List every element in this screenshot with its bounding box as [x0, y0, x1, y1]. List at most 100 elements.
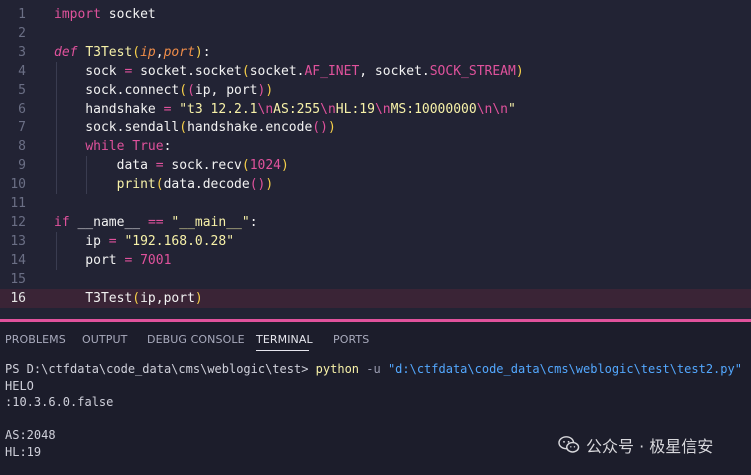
code-text: ip = "192.168.0.28": [54, 232, 234, 251]
code-token: (): [312, 120, 328, 136]
code-line[interactable]: 4 sock = socket.socket(socket.AF_INET, s…: [0, 62, 751, 81]
code-token: \n\n: [476, 101, 508, 117]
panel-tabs: PROBLEMS OUTPUT DEBUG CONSOLE TERMINAL P…: [0, 322, 751, 354]
code-line[interactable]: 1 import socket: [0, 5, 751, 24]
line-number: 10: [10, 177, 26, 193]
line-number: 3: [18, 44, 26, 60]
code-token: ip: [140, 44, 156, 60]
tab-terminal[interactable]: TERMINAL: [256, 333, 313, 346]
code-line[interactable]: 15: [0, 270, 751, 289]
code-token: (): [249, 177, 266, 193]
code-token: data: [54, 158, 156, 174]
code-token: (: [241, 63, 250, 79]
code-token: while: [85, 139, 125, 155]
code-text: def T3Test(ip,port):: [54, 43, 211, 62]
terminal-command: python: [315, 362, 360, 376]
line-number: 11: [10, 196, 26, 211]
tab-problems[interactable]: PROBLEMS: [5, 333, 66, 346]
code-token: :: [163, 139, 172, 155]
indent-guide: [56, 61, 57, 194]
code-token: ): [327, 120, 336, 136]
code-line[interactable]: 2: [0, 24, 751, 43]
code-text: sock = socket.socket(socket.AF_INET, soc…: [54, 62, 523, 81]
code-token: =: [155, 158, 164, 174]
code-line[interactable]: 13 ip = "192.168.0.28": [0, 232, 751, 251]
terminal-output-line: HELO: [5, 378, 34, 393]
code-token: :: [249, 214, 258, 230]
terminal-output-line: :10.3.6.0.false: [5, 395, 114, 409]
code-token: ): [265, 82, 274, 98]
line-number: 7: [18, 120, 26, 136]
code-token: def: [54, 44, 78, 60]
code-editor[interactable]: 1 import socket 2 3 def T3Test(ip,port): 4 so…: [0, 0, 751, 319]
code-text: data = sock.recv(1024): [54, 156, 289, 175]
code-token: (: [179, 120, 188, 136]
code-line[interactable]: 16 T3Test(ip,port): [0, 288, 751, 308]
code-token: port: [163, 44, 195, 60]
code-token: (: [155, 177, 164, 193]
tab-ports[interactable]: PORTS: [333, 333, 369, 346]
code-token: 7001: [140, 252, 172, 268]
watermark: 公众号 · 极星信安: [558, 433, 713, 457]
wechat-icon: [558, 436, 580, 453]
code-token: ,: [155, 44, 164, 60]
code-token: ip: [54, 233, 109, 249]
code-token: port: [54, 252, 125, 268]
indent-guide: [86, 156, 87, 194]
code-token: ): [194, 44, 203, 60]
code-token: (: [132, 290, 141, 306]
code-token: :: [202, 44, 211, 60]
indent-guide: [56, 231, 57, 270]
code-token: import: [54, 7, 101, 22]
line-number: 8: [18, 139, 26, 155]
code-line[interactable]: 11: [0, 194, 751, 213]
code-token: sock.connect: [54, 82, 180, 98]
code-line[interactable]: 6 handshake = "t3 12.2.1\nAS:255\nHL:19\…: [0, 100, 751, 119]
code-line[interactable]: 10 print(data.decode()): [0, 175, 751, 194]
code-token: T3Test: [54, 290, 133, 306]
code-token: if: [54, 214, 70, 230]
code-token: "__main__": [171, 214, 250, 230]
code-token: (: [179, 82, 188, 98]
code-token: socket.socket: [132, 63, 242, 79]
terminal-flag: -u: [359, 362, 388, 376]
code-token: \n: [257, 101, 274, 117]
code-token: (: [241, 158, 250, 174]
tab-output[interactable]: OUTPUT: [82, 333, 127, 346]
code-token: True: [132, 139, 164, 155]
code-token: (: [132, 44, 141, 60]
code-line[interactable]: 12 if __name__ == "__main__":: [0, 213, 751, 232]
code-token: =: [108, 233, 117, 249]
code-line[interactable]: 14 port = 7001: [0, 251, 751, 270]
code-token: sock.recv: [163, 158, 242, 174]
code-token: ": [508, 101, 516, 117]
line-number: 13: [10, 233, 26, 249]
code-text: import socket: [54, 5, 156, 24]
code-line[interactable]: 8 while True:: [0, 137, 751, 156]
code-token: ip,port: [140, 290, 195, 306]
code-token: ): [265, 177, 274, 193]
code-token: HL:19: [335, 101, 375, 117]
code-line[interactable]: 9 data = sock.recv(1024): [0, 156, 751, 175]
line-number: 9: [18, 158, 26, 174]
code-token: sock: [54, 63, 125, 79]
code-text: if __name__ == "__main__":: [54, 213, 258, 232]
code-token: \n: [320, 101, 336, 117]
code-line[interactable]: 5 sock.connect((ip, port)): [0, 81, 751, 100]
terminal-prompt: PS D:\ctfdata\code_data\cms\weblogic\tes…: [5, 362, 316, 376]
code-token: handshake.encode: [187, 120, 313, 136]
code-token: socket: [100, 7, 156, 22]
code-token: AS:255: [273, 101, 321, 117]
line-number: 6: [18, 101, 26, 117]
code-text: T3Test(ip,port): [54, 289, 203, 308]
tab-debug-console[interactable]: DEBUG CONSOLE: [147, 333, 245, 346]
code-token: "192.168.0.28": [124, 233, 235, 249]
code-text: handshake = "t3 12.2.1\nAS:255\nHL:19\nM…: [54, 100, 516, 119]
code-token: , socket.: [359, 63, 430, 79]
terminal-output-line: HL:19: [5, 444, 42, 459]
code-line[interactable]: 7 sock.sendall(handshake.encode()): [0, 118, 751, 137]
code-line[interactable]: 3 def T3Test(ip,port):: [0, 43, 751, 62]
line-number: 4: [18, 63, 26, 79]
code-token: ): [194, 290, 203, 306]
